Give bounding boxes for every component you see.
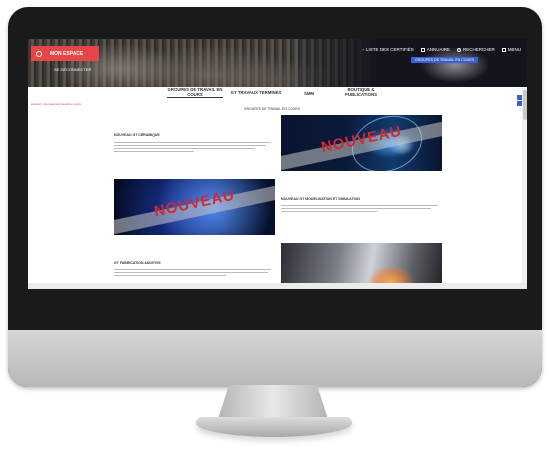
scrollbar[interactable] bbox=[522, 87, 527, 289]
nav-annuaire[interactable]: ANNUAIRE bbox=[420, 47, 450, 52]
cta-groupes-button[interactable]: GROUPES DE TRAVAIL EN COURS bbox=[411, 57, 479, 63]
account-button-label: MON ESPACE bbox=[50, 50, 84, 57]
tab-bar: GROUPES DE TRAVAIL EN COURS GT TRAVAUX T… bbox=[153, 87, 393, 99]
breadcrumb[interactable]: Accueil > Groupes de travail en cours bbox=[31, 102, 81, 106]
section-title: GROUPES DE TRAVAIL EN COURS bbox=[244, 107, 300, 111]
card-image[interactable]: NOUVEAU bbox=[281, 115, 442, 171]
card-image[interactable]: NOUVEAU bbox=[114, 179, 275, 235]
monitor-base bbox=[196, 417, 352, 437]
tab-smm[interactable]: SMM bbox=[299, 91, 319, 97]
nav-certifies[interactable]: › LISTE DES CERTIFIÉS bbox=[363, 47, 414, 52]
screen: MON ESPACE SE DÉCONNECTER › LISTE DES CE… bbox=[28, 39, 527, 289]
bottom-bar bbox=[28, 283, 527, 289]
monitor-chin bbox=[8, 330, 542, 387]
monitor-stand bbox=[218, 385, 328, 419]
nav-menu[interactable]: MENU bbox=[501, 47, 521, 52]
account-button[interactable]: MON ESPACE bbox=[31, 46, 99, 61]
user-icon bbox=[36, 50, 42, 57]
book-icon bbox=[420, 47, 425, 52]
tab-travaux-termines[interactable]: GT TRAVAUX TERMINÉS bbox=[227, 90, 285, 96]
hero-projector-light bbox=[420, 47, 490, 83]
nav-rechercher[interactable]: RECHERCHER bbox=[456, 47, 495, 52]
top-nav: › LISTE DES CERTIFIÉS ANNUAIRE RECHERCHE… bbox=[363, 47, 521, 52]
card-text-lines bbox=[114, 267, 274, 278]
card-heading[interactable]: NOUVEAU GT CÉRAMIQUE bbox=[114, 133, 160, 137]
card-heading[interactable]: NOUVEAU GT MODÉLISATION ET SIMULATION bbox=[281, 197, 360, 201]
tab-boutique[interactable]: BOUTIQUE & PUBLICATIONS bbox=[333, 87, 389, 97]
card-text-lines bbox=[114, 140, 274, 154]
logout-link[interactable]: SE DÉCONNECTER bbox=[54, 67, 91, 72]
card-heading[interactable]: GT FABRICATION ADDITIVE bbox=[114, 261, 161, 265]
hero-banner: MON ESPACE SE DÉCONNECTER › LISTE DES CE… bbox=[28, 39, 527, 87]
arrow-icon: › bbox=[362, 47, 365, 52]
search-icon bbox=[456, 47, 461, 52]
tab-groupes-en-cours[interactable]: GROUPES DE TRAVAIL EN COURS bbox=[167, 87, 223, 99]
menu-icon bbox=[501, 47, 506, 52]
scrollbar-thumb[interactable] bbox=[522, 90, 527, 120]
card-text-lines bbox=[281, 203, 441, 214]
